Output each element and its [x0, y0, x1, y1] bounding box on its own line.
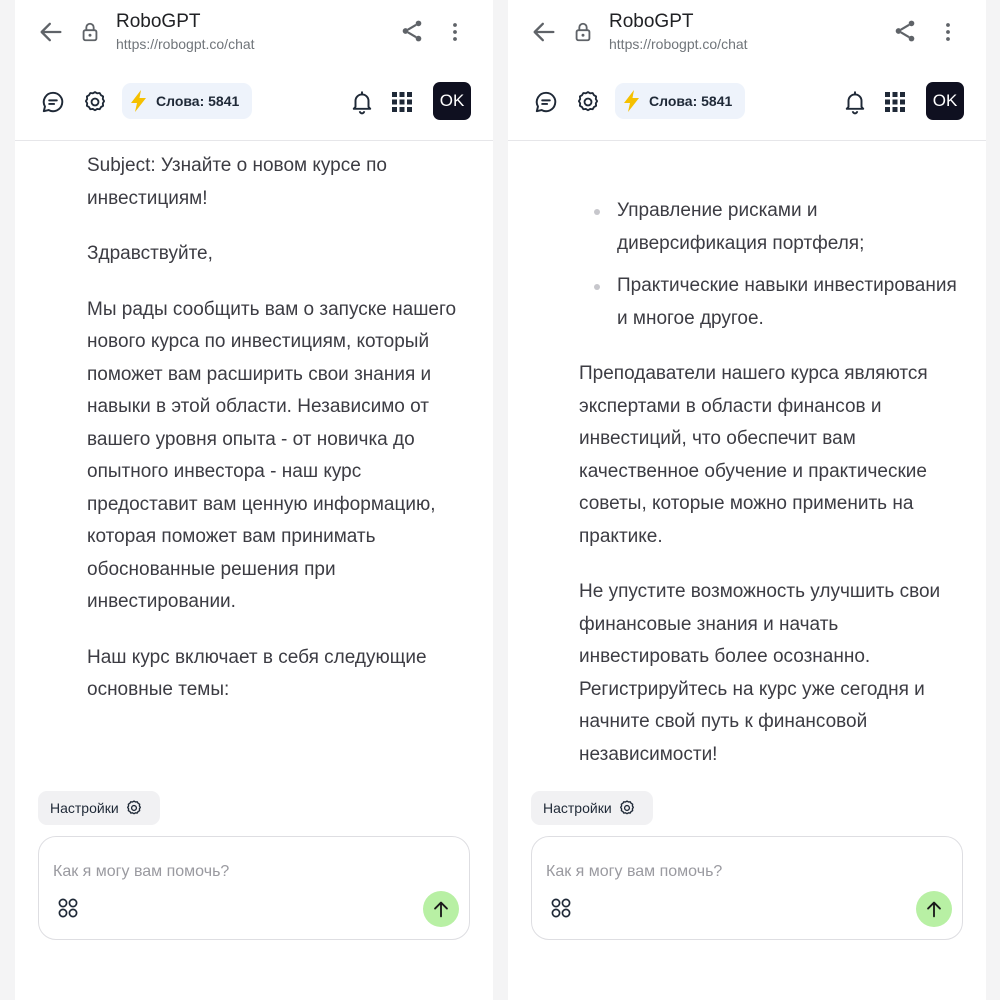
words-balance-badge[interactable]: Слова: 5841 — [122, 83, 252, 119]
message-paragraph: Преподаватели нашего курса являются эксп… — [579, 363, 928, 547]
gear-icon — [126, 800, 141, 815]
more-options-icon[interactable] — [936, 18, 960, 46]
site-title: RoboGPT — [609, 11, 694, 32]
more-options-icon[interactable] — [443, 18, 467, 46]
assistant-message: Subject: Узнайте о новом курсе по инвест… — [87, 150, 472, 730]
tools-icon[interactable] — [57, 897, 79, 919]
assistant-message: Управление рисками и диверсификация порт… — [579, 195, 964, 794]
app-toolbar: Слова: 5841 OK — [15, 62, 493, 141]
account-ok-button[interactable]: OK — [926, 82, 964, 120]
back-arrow-icon[interactable] — [37, 18, 65, 46]
words-count-label: Слова: 5841 — [156, 93, 240, 109]
chat-bubble-icon[interactable] — [40, 89, 66, 115]
message-paragraph: Мы рады сообщить вам о запуске нашего но… — [87, 298, 457, 613]
composer — [531, 836, 963, 940]
message-paragraph: Здравствуйте, — [87, 243, 213, 264]
browser-bar: RoboGPT https://robogpt.co/chat — [508, 0, 986, 60]
chat-input[interactable] — [544, 857, 878, 887]
gear-icon[interactable] — [82, 89, 108, 115]
bell-icon[interactable] — [349, 89, 375, 115]
lightning-icon — [624, 90, 639, 112]
bell-icon[interactable] — [842, 89, 868, 115]
share-icon[interactable] — [892, 18, 920, 46]
chat-bubble-icon[interactable] — [533, 89, 559, 115]
arrow-up-icon — [434, 901, 448, 918]
lock-icon[interactable] — [572, 20, 594, 44]
apps-grid-icon[interactable] — [391, 91, 413, 113]
list-item: Управление рисками и диверсификация порт… — [579, 195, 964, 260]
phone-screen-left: RoboGPT https://robogpt.co/chat Слова: 5… — [15, 0, 493, 1000]
browser-bar: RoboGPT https://robogpt.co/chat — [15, 0, 493, 60]
settings-chip[interactable]: Настройки — [38, 791, 160, 825]
settings-chip-label: Настройки — [50, 800, 119, 816]
message-paragraph: Наш курс включает в себя следующие основ… — [87, 646, 427, 701]
chat-input[interactable] — [51, 857, 385, 887]
list-item: Практические навыки инвестирования и мно… — [579, 270, 964, 335]
topic-list: Управление рисками и диверсификация порт… — [579, 195, 964, 335]
app-toolbar: Слова: 5841 OK — [508, 62, 986, 141]
words-balance-badge[interactable]: Слова: 5841 — [615, 83, 745, 119]
composer — [38, 836, 470, 940]
lock-icon[interactable] — [79, 20, 101, 44]
gear-icon[interactable] — [575, 89, 601, 115]
arrow-up-icon — [927, 901, 941, 918]
message-paragraph: Subject: Узнайте о новом курсе по инвест… — [87, 155, 387, 209]
settings-chip[interactable]: Настройки — [531, 791, 653, 825]
phone-screen-right: RoboGPT https://robogpt.co/chat Слова: 5… — [508, 0, 986, 1000]
gear-icon — [619, 800, 634, 815]
share-icon[interactable] — [399, 18, 427, 46]
lightning-icon — [131, 90, 146, 112]
apps-grid-icon[interactable] — [884, 91, 906, 113]
settings-chip-label: Настройки — [543, 800, 612, 816]
site-url[interactable]: https://robogpt.co/chat — [609, 36, 748, 52]
words-count-label: Слова: 5841 — [649, 93, 733, 109]
site-title: RoboGPT — [116, 11, 201, 32]
site-url[interactable]: https://robogpt.co/chat — [116, 36, 255, 52]
send-button[interactable] — [423, 891, 459, 927]
send-button[interactable] — [916, 891, 952, 927]
back-arrow-icon[interactable] — [530, 18, 558, 46]
tools-icon[interactable] — [550, 897, 572, 919]
message-paragraph: Не упустите возможность улучшить свои фи… — [579, 581, 941, 765]
account-ok-button[interactable]: OK — [433, 82, 471, 120]
